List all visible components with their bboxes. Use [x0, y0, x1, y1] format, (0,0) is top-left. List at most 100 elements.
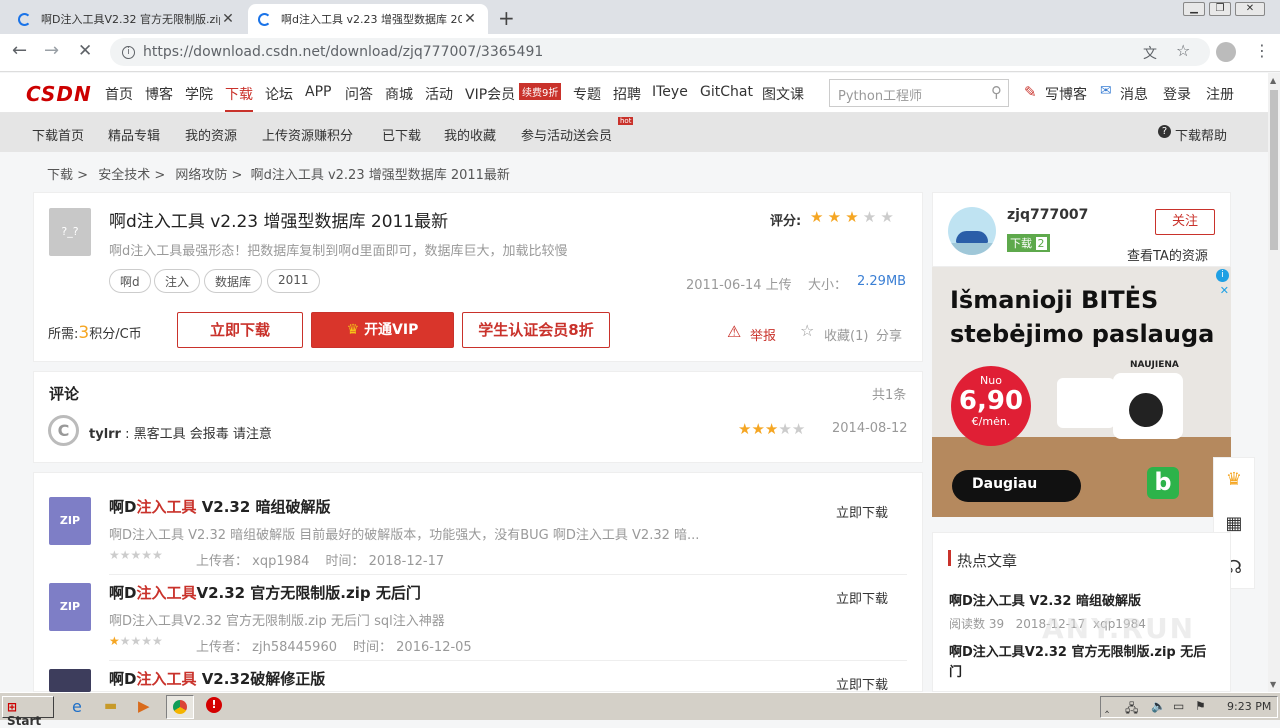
subnav-favorites[interactable]: 我的收藏	[444, 125, 496, 144]
device-icon[interactable]: ▭	[1173, 699, 1184, 713]
related-download-3[interactable]: 立即下载	[836, 674, 888, 693]
nav-courses[interactable]: 图文课	[762, 84, 804, 104]
vip-crown-icon[interactable]: ♛	[1214, 458, 1254, 502]
address-bar[interactable]: i https://download.csdn.net/download/zjq…	[110, 38, 1210, 66]
tag-ad[interactable]: 啊d	[109, 269, 151, 293]
breadcrumb-download[interactable]: 下载	[47, 168, 73, 183]
ad-info-icon[interactable]: i	[1216, 269, 1229, 282]
write-blog-link[interactable]: 写博客	[1045, 84, 1087, 104]
author-name[interactable]: zjq777007	[1007, 207, 1088, 223]
related-download-1[interactable]: 立即下载	[836, 502, 888, 521]
nav-topics[interactable]: 专题	[573, 84, 601, 104]
close-window-icon[interactable]: ✕	[1235, 2, 1265, 16]
media-player-icon[interactable]: ▶	[138, 697, 150, 715]
close-tab-icon[interactable]: ✕	[462, 11, 478, 27]
subnav-downloaded[interactable]: 已下载	[382, 125, 421, 144]
start-button[interactable]: ⊞ Start	[2, 696, 54, 728]
messages-link[interactable]: 消息	[1120, 84, 1148, 104]
comment-user[interactable]: tylrr	[89, 427, 121, 442]
login-link[interactable]: 登录	[1163, 84, 1191, 104]
nav-blog[interactable]: 博客	[145, 84, 173, 104]
csdn-logo[interactable]: CSDN	[26, 82, 92, 106]
related-title-2[interactable]: 啊D注入工具V2.32 官方无限制版.zip 无后门	[109, 582, 421, 603]
url-text: https://download.csdn.net/download/zjq77…	[143, 44, 544, 60]
browser-tab-1[interactable]: 啊D注入工具V2.32 官方无限制版.zip ✕	[8, 4, 246, 34]
search-input[interactable]: Python工程师 ⚲	[829, 79, 1009, 107]
related-title-3[interactable]: 啊D注入工具 V2.32破解修正版	[109, 668, 325, 692]
subnav-upload[interactable]: 上传资源赚积分	[262, 125, 353, 144]
commenter-avatar[interactable]: C	[48, 415, 79, 446]
menu-icon[interactable]: ⋮	[1254, 41, 1270, 60]
update-icon[interactable]: ⚑	[1195, 699, 1206, 713]
nav-vip[interactable]: VIP会员	[465, 84, 515, 104]
security-alert-icon[interactable]: !	[206, 697, 222, 713]
tag-injection[interactable]: 注入	[154, 269, 201, 293]
divider	[109, 574, 907, 575]
volume-icon[interactable]: 🔈	[1151, 699, 1166, 713]
subnav-download-home[interactable]: 下载首页	[32, 125, 84, 144]
ad-more-button[interactable]: Daugiau	[952, 470, 1081, 502]
tag-2011[interactable]: 2011	[267, 269, 320, 293]
chrome-taskbar-button[interactable]	[166, 695, 194, 719]
stop-loading-icon[interactable]: ✕	[78, 41, 92, 61]
close-tab-icon[interactable]: ✕	[220, 11, 236, 27]
follow-button[interactable]: 关注	[1155, 209, 1215, 235]
scrollbar-thumb[interactable]	[1270, 90, 1278, 250]
nav-gitchat[interactable]: GitChat	[700, 84, 753, 100]
collect-link[interactable]: 收藏(1)	[824, 325, 868, 344]
tray-expand-icon[interactable]: ‸	[1105, 699, 1109, 713]
hot-article-2[interactable]: 啊D注入工具V2.32 官方无限制版.zip 无后门	[949, 643, 1219, 683]
info-icon[interactable]: i	[122, 45, 135, 59]
minimize-icon[interactable]: ▁	[1183, 2, 1205, 16]
advertisement[interactable]: Išmanioji BITĖS stebėjimo paslauga i ✕ N…	[932, 267, 1231, 517]
breadcrumb-network-attack[interactable]: 网络攻防	[175, 168, 227, 183]
related-download-2[interactable]: 立即下载	[836, 588, 888, 607]
network-icon[interactable]: 🖧	[1125, 699, 1138, 720]
clock[interactable]: 9:23 PM	[1227, 700, 1271, 713]
nav-iteye[interactable]: ITeye	[652, 84, 688, 100]
browser-tab-2[interactable]: 啊d注入工具 v2.23 增强型数据库 2011 ✕	[248, 4, 488, 34]
report-link[interactable]: 举报	[750, 325, 776, 344]
forward-icon[interactable]: →	[44, 40, 59, 61]
open-vip-button[interactable]: ♛ 开通VIP	[311, 312, 454, 348]
download-help-link[interactable]: 下载帮助	[1175, 125, 1227, 144]
translate-icon[interactable]: 文	[1143, 43, 1157, 63]
author-avatar[interactable]	[948, 207, 996, 255]
system-tray: ‸ 🖧 🔈 ▭ ⚑ 9:23 PM	[1100, 696, 1278, 718]
download-now-button[interactable]: 立即下载	[177, 312, 303, 348]
ad-close-icon[interactable]: ✕	[1220, 284, 1229, 297]
restore-icon[interactable]: ❐	[1209, 2, 1231, 16]
hot-article-1[interactable]: 啊D注入工具 V2.32 暗组破解版	[949, 590, 1141, 609]
page-scrollbar[interactable]: ▲ ▼	[1268, 73, 1280, 692]
related-title-1[interactable]: 啊D注入工具 V2.32 暗组破解版	[109, 496, 331, 517]
nav-qa[interactable]: 问答	[345, 84, 373, 104]
divider	[109, 660, 907, 661]
nav-forum[interactable]: 论坛	[265, 84, 293, 104]
nav-mall[interactable]: 商城	[385, 84, 413, 104]
student-member-button[interactable]: 学生认证会员8折	[462, 312, 610, 348]
star-icon: ★	[880, 208, 894, 226]
nav-academy[interactable]: 学院	[185, 84, 213, 104]
star-icon: ★	[827, 208, 842, 226]
subnav-albums[interactable]: 精品专辑	[108, 125, 160, 144]
search-icon[interactable]: ⚲	[991, 83, 1002, 101]
view-resources-link[interactable]: 查看TA的资源	[1127, 245, 1208, 264]
back-icon[interactable]: ←	[12, 40, 27, 61]
ie-icon[interactable]: e	[72, 697, 82, 716]
collect-star-icon[interactable]: ☆	[800, 321, 814, 340]
tag-database[interactable]: 数据库	[204, 269, 263, 293]
nav-jobs[interactable]: 招聘	[613, 84, 641, 104]
nav-home[interactable]: 首页	[105, 84, 133, 104]
nav-download[interactable]: 下载	[225, 84, 253, 112]
register-link[interactable]: 注册	[1206, 84, 1234, 104]
breadcrumb-security[interactable]: 安全技术	[98, 168, 150, 183]
nav-activity[interactable]: 活动	[425, 84, 453, 104]
subnav-activity[interactable]: 参与活动送会员	[521, 125, 612, 144]
profile-avatar-icon[interactable]	[1216, 42, 1236, 62]
nav-app[interactable]: APP	[305, 84, 331, 100]
share-link[interactable]: 分享	[876, 325, 902, 344]
folder-icon[interactable]: ▬	[104, 698, 117, 714]
bookmark-star-icon[interactable]: ☆	[1176, 41, 1190, 60]
new-tab-icon[interactable]: +	[498, 6, 515, 30]
subnav-my-resources[interactable]: 我的资源	[185, 125, 237, 144]
